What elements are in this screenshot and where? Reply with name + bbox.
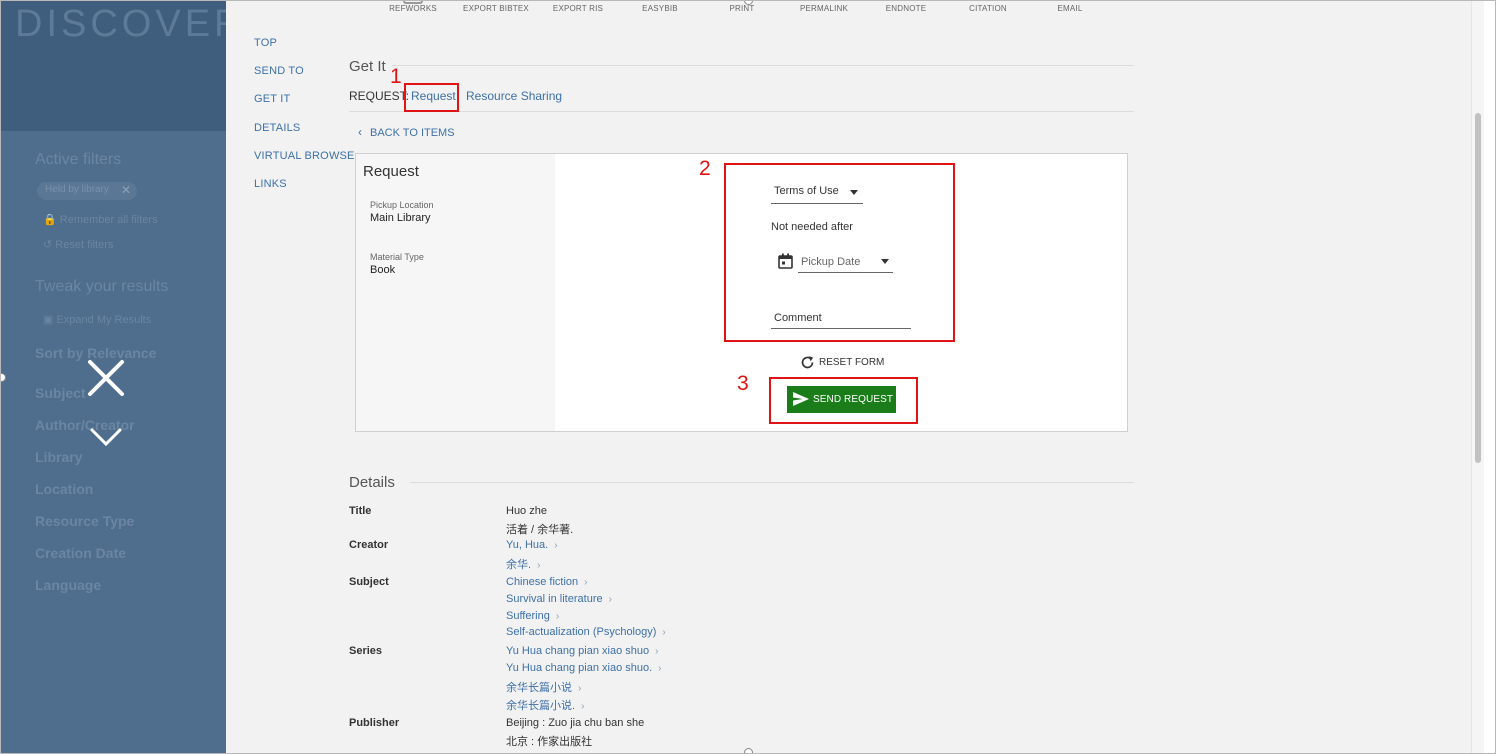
subject-link[interactable]: Survival in literature › — [506, 593, 612, 605]
refresh-icon — [801, 356, 814, 369]
request-label: REQUEST: — [349, 89, 410, 103]
chevron-right-icon: › — [555, 611, 560, 622]
material-type-label: Material Type — [370, 252, 424, 262]
subject-link[interactable]: Self-actualization (Psychology) › — [506, 626, 666, 638]
chevron-right-icon: › — [655, 646, 659, 657]
pickup-location-label: Pickup Location — [370, 200, 434, 210]
scrollbar-thumb[interactable] — [1475, 113, 1481, 463]
resource-sharing-tab[interactable]: Resource Sharing — [466, 89, 562, 103]
remember-filters-link[interactable]: 🔒 Remember all filters — [43, 213, 158, 226]
subject-link[interactable]: Chinese fiction › — [506, 576, 588, 588]
divider — [392, 65, 1134, 66]
nav-details[interactable]: DETAILS — [254, 122, 355, 150]
chevron-right-icon: › — [584, 577, 588, 588]
chevron-down-icon[interactable] — [89, 425, 123, 449]
back-to-items-link[interactable]: ‹ BACK TO ITEMS — [358, 125, 455, 139]
nav-links[interactable]: LINKS — [254, 178, 355, 206]
chevron-right-icon: › — [537, 560, 541, 571]
title-label: Title — [349, 505, 372, 517]
export-bibtex-action[interactable]: EXPORT BIBTEX — [451, 4, 541, 13]
creator-label: Creator — [349, 539, 389, 551]
chevron-left-icon: ‹ — [358, 125, 362, 139]
facet-subject[interactable]: Subject — [35, 385, 86, 401]
filter-chip-label: Held by library — [45, 184, 109, 195]
vertical-scrollbar[interactable] — [1471, 1, 1484, 753]
subject-label: Subject — [349, 576, 389, 588]
request-summary-pane: Request Pickup Location Main Library Mat… — [356, 154, 555, 431]
annotation-marker-1: 1 — [390, 65, 402, 88]
details-heading: Details — [349, 474, 395, 491]
divider — [349, 111, 1134, 112]
series-link[interactable]: 余华长篇小说 › — [506, 679, 581, 695]
filter-sidebar-overlay: DISCOVER Active filters Held by library … — [1, 1, 226, 753]
publisher-label: Publisher — [349, 717, 400, 729]
print-action[interactable]: PRINT — [697, 4, 787, 13]
annotation-marker-3: 3 — [737, 372, 749, 395]
chevron-right-icon: › — [658, 663, 662, 674]
annotation-marker-2: 2 — [699, 157, 711, 180]
series-link[interactable]: Yu Hua chang pian xiao shuo. › — [506, 662, 662, 674]
endnote-action[interactable]: ENDNOTE — [861, 4, 951, 13]
annotation-box-2 — [724, 163, 955, 342]
publisher-value-cjk: 北京 : 作家出版社 — [506, 736, 593, 748]
chevron-right-icon: › — [608, 594, 612, 605]
permalink-action[interactable]: PERMALINK — [779, 4, 869, 13]
reset-form-button[interactable]: RESET FORM — [800, 355, 884, 370]
annotation-box-1 — [404, 83, 459, 112]
chevron-right-icon: › — [578, 683, 582, 694]
series-link[interactable]: Yu Hua chang pian xiao shuo › — [506, 645, 658, 657]
close-icon[interactable] — [84, 356, 128, 400]
easybib-action[interactable]: EASYBIB — [615, 4, 705, 13]
chevron-right-icon: › — [554, 540, 558, 551]
publisher-value: Beijing : Zuo jia chu ban she — [506, 717, 645, 729]
creator-link[interactable]: Yu, Hua. › — [506, 539, 558, 551]
facet-resource-type[interactable]: Resource Type — [35, 513, 134, 529]
title-value: Huo zhe — [506, 505, 547, 517]
pickup-location-value: Main Library — [370, 212, 431, 224]
chevron-right-icon: › — [662, 627, 666, 638]
series-label: Series — [349, 645, 383, 657]
app-window: DISCOVER Active filters Held by library … — [0, 0, 1496, 754]
facet-creation-date[interactable]: Creation Date — [35, 545, 126, 561]
discover-logo: DISCOVER — [15, 3, 226, 45]
filter-chip[interactable]: Held by library ✕ — [37, 182, 137, 200]
record-full-view: REFWORKS EXPORT BIBTEX EXPORT RIS EASYBI… — [226, 1, 1484, 753]
nav-top[interactable]: TOP — [254, 37, 355, 65]
send-to-toolbar: REFWORKS EXPORT BIBTEX EXPORT RIS EASYBI… — [226, 1, 1484, 17]
chevron-right-icon: › — [581, 701, 585, 712]
chip-remove-icon[interactable]: ✕ — [121, 183, 131, 197]
tweak-results-heading: Tweak your results — [35, 278, 169, 295]
facet-library[interactable]: Library — [35, 449, 82, 465]
annotation-box-3 — [769, 377, 918, 424]
section-nav: TOP SEND TO GET IT DETAILS VIRTUAL BROWS… — [254, 37, 355, 206]
nav-virtual-browse[interactable]: VIRTUAL BROWSE — [254, 150, 355, 178]
refworks-action[interactable]: REFWORKS — [368, 1, 458, 13]
reset-filters-link[interactable]: ↺ Reset filters — [43, 238, 113, 251]
facet-location[interactable]: Location — [35, 481, 93, 497]
resize-handle[interactable] — [744, 748, 753, 753]
series-link[interactable]: 余华长篇小说. › — [506, 697, 584, 713]
request-card-title: Request — [363, 163, 419, 180]
divider — [410, 482, 1134, 483]
expand-results-toggle[interactable]: ▣ Expand My Results — [43, 313, 151, 326]
citation-action[interactable]: CITATION — [943, 4, 1033, 13]
facet-language[interactable]: Language — [35, 577, 101, 593]
material-type-value: Book — [370, 264, 396, 276]
export-ris-action[interactable]: EXPORT RIS — [533, 4, 623, 13]
subject-link[interactable]: Suffering › — [506, 610, 559, 622]
title-value-cjk: 活着 / 余华著. — [506, 524, 574, 536]
header-band: DISCOVER — [1, 1, 226, 131]
get-it-heading: Get It — [349, 58, 386, 75]
active-filters-heading: Active filters — [35, 151, 122, 168]
creator-link[interactable]: 余华. › — [506, 556, 540, 572]
email-action[interactable]: EMAIL — [1025, 4, 1115, 13]
nav-send-to[interactable]: SEND TO — [254, 65, 355, 93]
nav-get-it[interactable]: GET IT — [254, 93, 355, 121]
